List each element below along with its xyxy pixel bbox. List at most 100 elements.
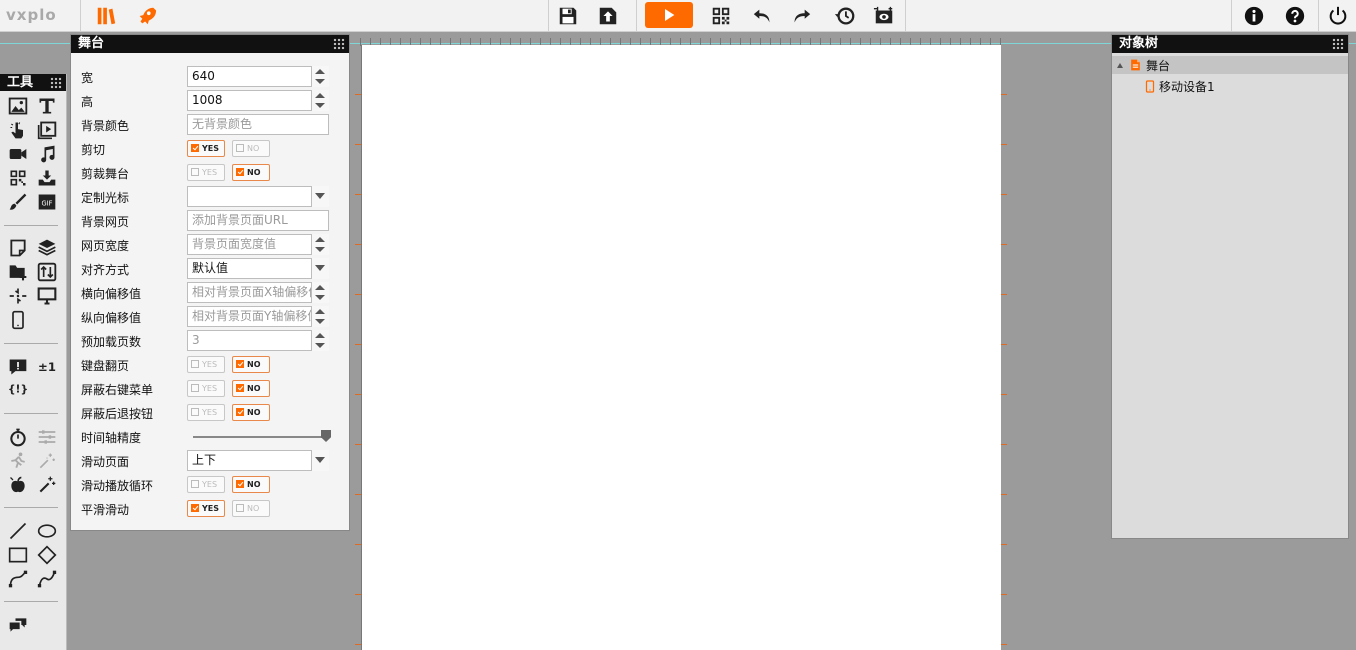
smooth-scroll-no-toggle[interactable]: NO (232, 500, 270, 517)
launch-button[interactable] (129, 0, 163, 31)
curve-tool[interactable] (6, 568, 30, 590)
redo-button[interactable] (784, 0, 818, 31)
layers-tool[interactable] (35, 237, 59, 259)
stage-panel-header[interactable]: 舞台 (71, 35, 349, 53)
bezier-tool[interactable] (35, 568, 59, 590)
offset-x-input[interactable]: 相对背景页面X轴偏移值 (187, 282, 329, 303)
offset-x-stepper[interactable] (311, 282, 329, 303)
save-button[interactable] (551, 0, 585, 31)
offset-y-input[interactable]: 相对背景页面Y轴偏移值 (187, 306, 329, 327)
timeline-precision-row: 时间轴精度 (81, 426, 343, 448)
download-tool[interactable] (35, 167, 59, 189)
bg-page-url-input[interactable]: 添加背景页面URL (187, 210, 329, 231)
width-stepper[interactable] (311, 66, 329, 87)
library-button[interactable] (89, 0, 123, 31)
scroll-loop-yes-toggle[interactable]: YES (187, 476, 225, 493)
diamond-tool[interactable] (35, 544, 59, 566)
page-width-input[interactable]: 背景页面宽度值 (187, 234, 329, 255)
undo-button[interactable] (746, 0, 780, 31)
magic-wand-icon (37, 475, 57, 495)
scroll-loop-no-toggle[interactable]: NO (232, 476, 270, 493)
grip-icon[interactable] (1332, 38, 1344, 50)
tools-divider (4, 507, 58, 508)
qrcode-button[interactable] (704, 0, 738, 31)
sliders-tool (35, 426, 59, 448)
help-button[interactable] (1278, 0, 1312, 31)
keyboard-flip-no-toggle[interactable]: NO (232, 356, 270, 373)
gif-tool[interactable]: GIF (35, 191, 59, 213)
align-select[interactable]: 默认值 (187, 258, 329, 279)
tools-panel-header[interactable]: 工具 (0, 74, 66, 91)
block-right-menu-no-toggle[interactable]: NO (232, 380, 270, 397)
keyboard-flip-yes-toggle[interactable]: YES (187, 356, 225, 373)
bg-color-input[interactable]: 无背景颜色 (187, 114, 329, 135)
line-tool[interactable] (6, 520, 30, 542)
edge-marker (355, 494, 361, 495)
info-button[interactable] (1237, 0, 1271, 31)
height-stepper[interactable] (311, 90, 329, 111)
block-right-menu-yes-toggle[interactable]: YES (187, 380, 225, 397)
preload-input[interactable]: 3 (187, 330, 329, 351)
brush-tool[interactable] (6, 191, 30, 213)
chevron-down-icon[interactable] (311, 450, 329, 471)
clip-no-toggle[interactable]: NO (232, 140, 270, 157)
brush-icon (8, 192, 28, 212)
info-icon (1243, 5, 1265, 27)
touch-tool[interactable] (6, 119, 30, 141)
clip-stage-yes-toggle[interactable]: YES (187, 164, 225, 181)
block-right-menu-row: 屏蔽右键菜单 YES NO (81, 378, 343, 400)
screen-tool[interactable] (35, 285, 59, 307)
history-button[interactable] (828, 0, 862, 31)
comment-tool[interactable] (6, 356, 30, 378)
audio-tool[interactable] (35, 143, 59, 165)
grip-icon[interactable] (333, 38, 345, 50)
play-button[interactable] (645, 2, 693, 28)
chevron-down-icon[interactable] (311, 186, 329, 207)
rectangle-tool[interactable] (6, 544, 30, 566)
offset-y-stepper[interactable] (311, 306, 329, 327)
physics-tool[interactable] (6, 474, 30, 496)
timeline-precision-slider[interactable] (193, 430, 331, 442)
ellipse-tool[interactable] (35, 520, 59, 542)
counter-tool[interactable]: ±1 (35, 356, 59, 378)
block-back-no-toggle[interactable]: NO (232, 404, 270, 421)
block-back-yes-toggle[interactable]: YES (187, 404, 225, 421)
height-input[interactable]: 1008 (187, 90, 329, 111)
clip-yes-toggle[interactable]: YES (187, 140, 225, 157)
mobile-device-tool[interactable] (6, 309, 30, 331)
tree-node-stage[interactable]: 舞台 (1112, 56, 1348, 74)
slider-handle[interactable] (321, 430, 331, 442)
grip-icon[interactable] (50, 77, 62, 89)
cursor-select[interactable] (187, 186, 329, 207)
chevron-down-icon[interactable] (311, 258, 329, 279)
add-folder-tool[interactable] (6, 261, 30, 283)
swap-tool[interactable] (35, 261, 59, 283)
image-tool[interactable] (6, 95, 30, 117)
video-tool[interactable] (6, 143, 30, 165)
width-input[interactable]: 640 (187, 66, 329, 87)
chat-tool[interactable] (6, 614, 30, 636)
magic-tool[interactable] (35, 474, 59, 496)
tree-node-mobile-device[interactable]: 移动设备1 (1144, 77, 1215, 95)
timer-tool[interactable] (6, 426, 30, 448)
stage-canvas[interactable] (361, 45, 1001, 650)
clip-stage-no-toggle[interactable]: NO (232, 164, 270, 181)
slideshow-tool[interactable] (35, 119, 59, 141)
tools-divider (4, 343, 58, 344)
curve-icon (8, 569, 28, 589)
publish-button[interactable] (591, 0, 625, 31)
page-width-stepper[interactable] (311, 234, 329, 255)
screenshot-button[interactable] (867, 0, 901, 31)
danmaku-tool[interactable]: {!} (6, 378, 30, 400)
object-tree-header[interactable]: 对象树 (1112, 35, 1348, 53)
preload-stepper[interactable] (311, 330, 329, 351)
split-tool[interactable] (6, 285, 30, 307)
scroll-page-select[interactable]: 上下 (187, 450, 329, 471)
qrcode-tool[interactable] (6, 167, 30, 189)
expand-triangle-icon[interactable] (1117, 62, 1123, 68)
hand-pointer-icon (8, 120, 28, 140)
smooth-scroll-yes-toggle[interactable]: YES (187, 500, 225, 517)
text-tool[interactable] (35, 95, 59, 117)
page-tool[interactable] (6, 237, 30, 259)
power-button[interactable] (1321, 0, 1355, 31)
